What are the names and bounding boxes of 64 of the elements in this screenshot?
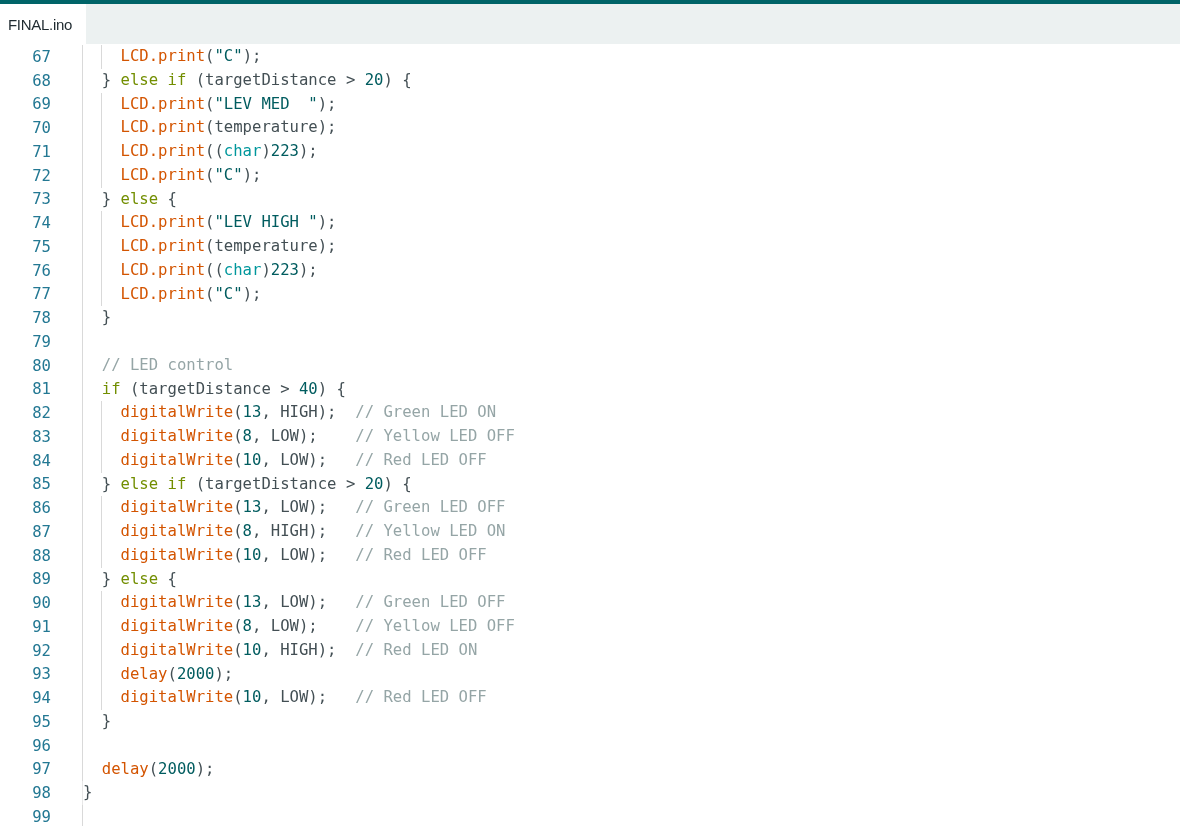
line-number: 84	[31, 451, 51, 470]
code-line: LCD.print((char)223);	[83, 140, 318, 164]
line-number: 89	[31, 570, 51, 589]
line-number: 81	[31, 380, 51, 399]
code-line: // LED control	[83, 353, 234, 378]
code-line: } else {	[83, 187, 177, 212]
code-line: digitalWrite(8, LOW); // Yellow LED OFF	[83, 425, 515, 449]
code-line: LCD.print("LEV MED ");	[83, 92, 337, 117]
line-number: 97	[31, 760, 51, 779]
code-line: digitalWrite(10, LOW); // Red LED OFF	[83, 543, 487, 568]
line-number: 71	[31, 142, 51, 161]
line-number: 78	[31, 309, 51, 328]
code-line: digitalWrite(13, LOW); // Green LED OFF	[83, 591, 506, 615]
line-number: 94	[31, 689, 51, 708]
code-line: }	[83, 710, 112, 734]
code-line: LCD.print("C");	[83, 163, 262, 188]
line-number: 76	[31, 261, 51, 280]
line-number: 72	[31, 166, 51, 185]
line-number: 67	[31, 47, 51, 66]
code-line: LCD.print(temperature);	[83, 235, 337, 259]
line-number: 75	[31, 237, 51, 256]
line-number: 88	[31, 546, 51, 565]
line-number: 79	[31, 332, 51, 351]
code-line: digitalWrite(13, HIGH); // Green LED ON	[83, 401, 497, 425]
line-number: 73	[31, 190, 51, 209]
line-number: 87	[31, 522, 51, 541]
code-line: LCD.print("C");	[83, 45, 262, 69]
code-line: } else if (targetDistance > 20) {	[83, 472, 412, 497]
line-number: 74	[31, 214, 51, 233]
code-line: digitalWrite(8, HIGH); // Yellow LED ON	[83, 520, 506, 544]
code-line: delay(2000);	[83, 662, 234, 687]
line-number: 90	[31, 594, 51, 613]
line-number: 99	[31, 807, 51, 826]
line-number: 95	[31, 712, 51, 731]
code-line: delay(2000);	[83, 757, 215, 782]
line-number: 85	[31, 475, 51, 494]
code-line: } else {	[83, 567, 177, 592]
file-tab[interactable]: FINAL.ino	[0, 4, 86, 44]
code-line: }	[83, 306, 112, 330]
line-number: 92	[31, 641, 51, 660]
code-line: digitalWrite(10, LOW); // Red LED OFF	[83, 448, 487, 473]
code-line: LCD.print("C");	[83, 282, 262, 307]
line-number: 86	[31, 499, 51, 518]
code-line: }	[83, 781, 93, 805]
line-number: 77	[31, 285, 51, 304]
code-line: digitalWrite(10, LOW); // Red LED OFF	[83, 686, 487, 710]
line-number: 96	[31, 736, 51, 755]
line-number: 80	[31, 356, 51, 375]
code-line: LCD.print("LEV HIGH ");	[83, 211, 337, 235]
code-line: LCD.print((char)223);	[83, 258, 318, 283]
code-line: digitalWrite(10, HIGH); // Red LED ON	[83, 638, 478, 663]
line-number: 68	[31, 71, 51, 90]
line-number: 69	[31, 95, 51, 114]
line-number: 83	[31, 427, 51, 446]
code-line: } else if (targetDistance > 20) {	[83, 68, 412, 93]
code-line: if (targetDistance > 40) {	[83, 377, 346, 402]
line-number: 98	[31, 784, 51, 803]
line-number: 70	[31, 119, 51, 138]
code-line: digitalWrite(8, LOW); // Yellow LED OFF	[83, 615, 515, 639]
line-number: 82	[31, 404, 51, 423]
code-line: digitalWrite(13, LOW); // Green LED OFF	[83, 496, 506, 520]
line-number: 93	[31, 665, 51, 684]
line-number: 91	[31, 617, 51, 636]
code-line: LCD.print(temperature);	[83, 116, 337, 140]
